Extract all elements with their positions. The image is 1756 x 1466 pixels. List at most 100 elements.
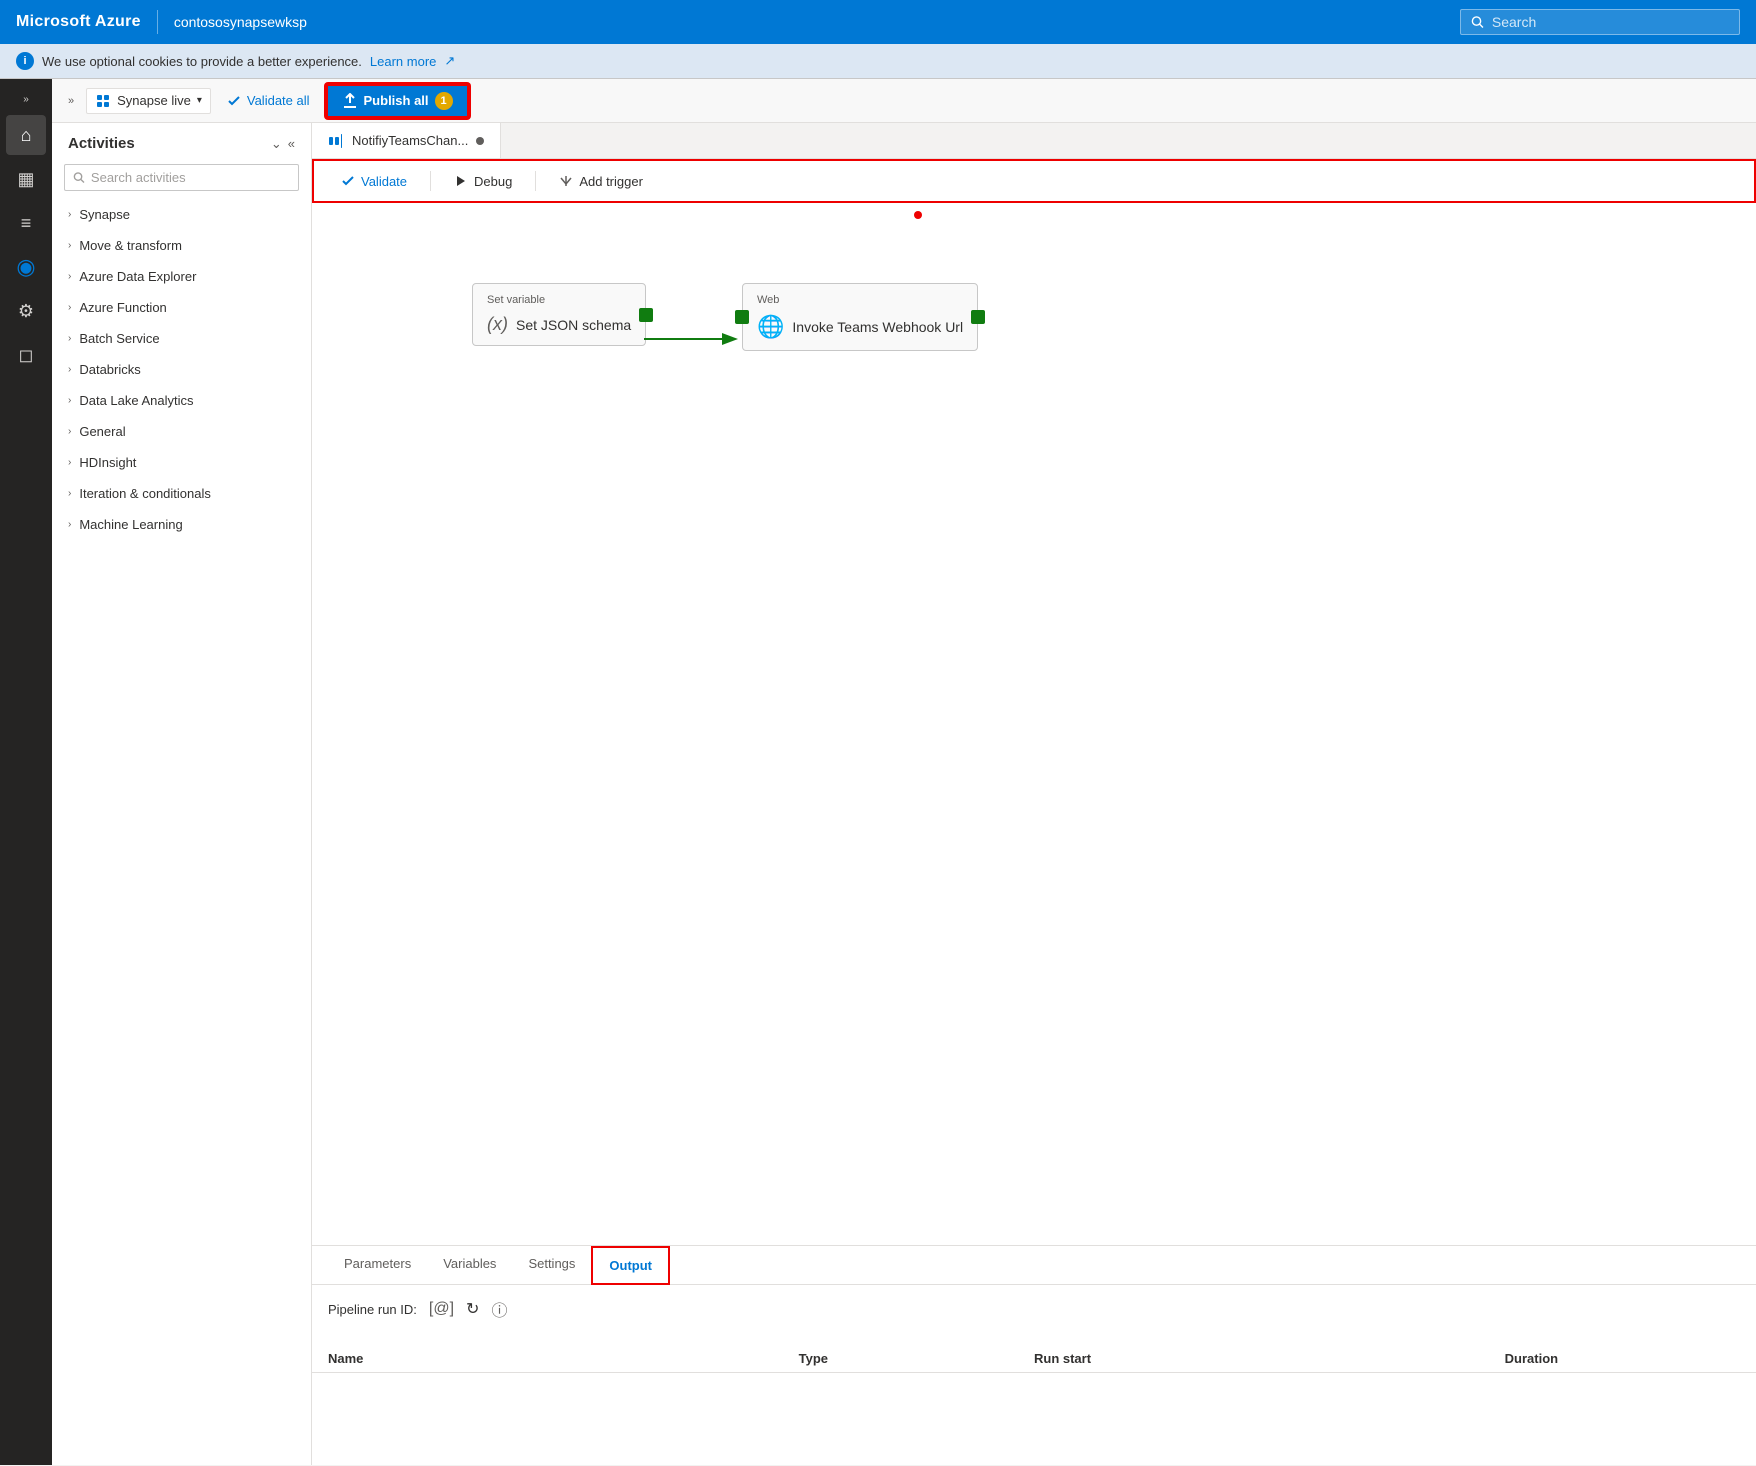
workspace-name: contososynapsewksp: [174, 14, 307, 30]
checkmark-icon: [227, 94, 241, 108]
node-body: (x) Set JSON schema: [487, 314, 631, 335]
bottom-panel: ParametersVariablesSettingsOutput Pipeli…: [312, 1245, 1756, 1465]
chevron-right-icon: ›: [68, 333, 71, 344]
debug-label: Debug: [474, 174, 512, 189]
chevron-down-icon: ▾: [197, 95, 202, 106]
output-connector[interactable]: [971, 310, 985, 324]
activity-item[interactable]: ›Synapse: [52, 199, 311, 230]
activity-item[interactable]: ›General: [52, 416, 311, 447]
sidebar-item-gear[interactable]: ⚙: [6, 291, 46, 331]
search-input[interactable]: [1492, 14, 1729, 30]
activity-item[interactable]: ›Databricks: [52, 354, 311, 385]
validate-button[interactable]: Validate: [330, 168, 418, 195]
learn-more-link[interactable]: Learn more: [370, 54, 436, 69]
activities-list: ›Synapse›Move & transform›Azure Data Exp…: [52, 199, 311, 1465]
chevron-right-icon: ›: [68, 395, 71, 406]
chevron-right-icon: ›: [68, 302, 71, 313]
bottom-tabs: ParametersVariablesSettingsOutput: [312, 1246, 1756, 1285]
publish-all-button[interactable]: Publish all 1: [326, 84, 469, 118]
chevron-right-icon: ›: [68, 457, 71, 468]
bottom-tab-output[interactable]: Output: [591, 1246, 670, 1285]
pipeline-run-row: Pipeline run ID: [@] ↻ ⓘ: [328, 1297, 1740, 1321]
sidebar-item-flow[interactable]: ◉: [6, 247, 46, 287]
pipeline-icon: [328, 133, 344, 149]
table-header-duration: Duration: [1505, 1351, 1740, 1366]
sidebar-item-home[interactable]: ⌂: [6, 115, 46, 155]
activity-item[interactable]: ›Move & transform: [52, 230, 311, 261]
table-header-name: Name: [328, 1351, 799, 1366]
collapse-icon[interactable]: ⌄: [271, 136, 282, 152]
main-toolbar: » Synapse live ▾ Validate all: [52, 79, 1756, 123]
search-bar[interactable]: [1460, 9, 1740, 35]
external-link-icon: ↗: [444, 53, 455, 69]
add-trigger-button[interactable]: Add trigger: [548, 168, 654, 195]
toolbar-expand-button[interactable]: »: [64, 91, 78, 111]
sidebar-item-database[interactable]: ▦: [6, 159, 46, 199]
validate-label: Validate: [361, 174, 407, 189]
variable-icon: (x): [487, 314, 508, 335]
activities-search-box[interactable]: [64, 164, 299, 191]
chevron-right-icon: ›: [68, 519, 71, 530]
add-trigger-label: Add trigger: [579, 174, 643, 189]
web-activity-node[interactable]: Web 🌐 Invoke Teams Webhook Url: [742, 283, 978, 351]
input-connector[interactable]: [735, 310, 749, 324]
activity-item[interactable]: ›Machine Learning: [52, 509, 311, 540]
activity-item[interactable]: ›Data Lake Analytics: [52, 385, 311, 416]
validate-all-button[interactable]: Validate all: [219, 89, 318, 112]
pipeline-canvas[interactable]: Set variable (x) Set JSON schema Web 🌐 I…: [312, 203, 1756, 1245]
brand-name: Microsoft Azure: [16, 13, 141, 31]
table-header-type: Type: [799, 1351, 1034, 1366]
activity-item[interactable]: ›Azure Function: [52, 292, 311, 323]
sidebar-item-documents[interactable]: ≡: [6, 203, 46, 243]
node-label: Invoke Teams Webhook Url: [792, 319, 963, 335]
activity-item[interactable]: ›Batch Service: [52, 323, 311, 354]
node-header: Set variable: [487, 294, 631, 306]
publish-icon: [342, 93, 358, 109]
bottom-content: Pipeline run ID: [@] ↻ ⓘ: [312, 1285, 1756, 1345]
debug-icon: [454, 174, 468, 188]
connection-indicator: [914, 211, 922, 219]
output-connector[interactable]: [639, 308, 653, 322]
pipeline-arrow: [312, 203, 1756, 1245]
pipeline-run-label: Pipeline run ID:: [328, 1302, 417, 1317]
chevron-right-icon: ›: [68, 488, 71, 499]
sidebar-item-briefcase[interactable]: ◻: [6, 335, 46, 375]
activity-item[interactable]: ›Azure Data Explorer: [52, 261, 311, 292]
chevron-right-icon: ›: [68, 209, 71, 220]
search-icon: [1471, 15, 1484, 29]
table-header-run-start: Run start: [1034, 1351, 1505, 1366]
bottom-tab-variables[interactable]: Variables: [427, 1246, 512, 1284]
bottom-tab-parameters[interactable]: Parameters: [328, 1246, 427, 1284]
top-bar-divider: [157, 10, 158, 34]
tab-name: NotifiyTeamsChan...: [352, 133, 468, 148]
toolbar-divider: [430, 171, 431, 191]
set-variable-node[interactable]: Set variable (x) Set JSON schema: [472, 283, 646, 346]
debug-button[interactable]: Debug: [443, 168, 523, 195]
node-body: 🌐 Invoke Teams Webhook Url: [757, 314, 963, 340]
refresh-icon[interactable]: ↻: [466, 1299, 479, 1319]
activities-search-input[interactable]: [91, 170, 290, 185]
publish-all-label: Publish all: [364, 93, 429, 108]
validate-all-label: Validate all: [247, 93, 310, 108]
chevron-right-icon: ›: [68, 426, 71, 437]
bottom-tab-settings[interactable]: Settings: [512, 1246, 591, 1284]
pipeline-tab[interactable]: NotifiyTeamsChan...: [312, 123, 501, 158]
validate-icon: [341, 174, 355, 188]
sidebar-expand-button[interactable]: »: [6, 87, 46, 111]
activities-panel: Activities ⌄ « ›Synapse›Move & transform…: [52, 123, 312, 1465]
canvas-area: NotifiyTeamsChan... Validate: [312, 123, 1756, 1465]
cookie-text: We use optional cookies to provide a bet…: [42, 54, 362, 69]
info-icon: i: [16, 52, 34, 70]
info-icon: ⓘ: [491, 1297, 507, 1321]
left-sidebar: » ⌂ ▦ ≡ ◉ ⚙ ◻: [0, 79, 52, 1465]
pipeline-toolbar: Validate Debug: [312, 159, 1756, 203]
close-icon[interactable]: «: [288, 136, 295, 152]
mention-icon: [@]: [429, 1300, 454, 1318]
panel-layout: Activities ⌄ « ›Synapse›Move & transform…: [52, 123, 1756, 1465]
synapse-live-selector[interactable]: Synapse live ▾: [86, 88, 211, 114]
chevron-right-icon: ›: [68, 240, 71, 251]
synapse-icon: [95, 93, 111, 109]
node-label: Set JSON schema: [516, 317, 631, 333]
activity-item[interactable]: ›HDInsight: [52, 447, 311, 478]
activity-item[interactable]: ›Iteration & conditionals: [52, 478, 311, 509]
